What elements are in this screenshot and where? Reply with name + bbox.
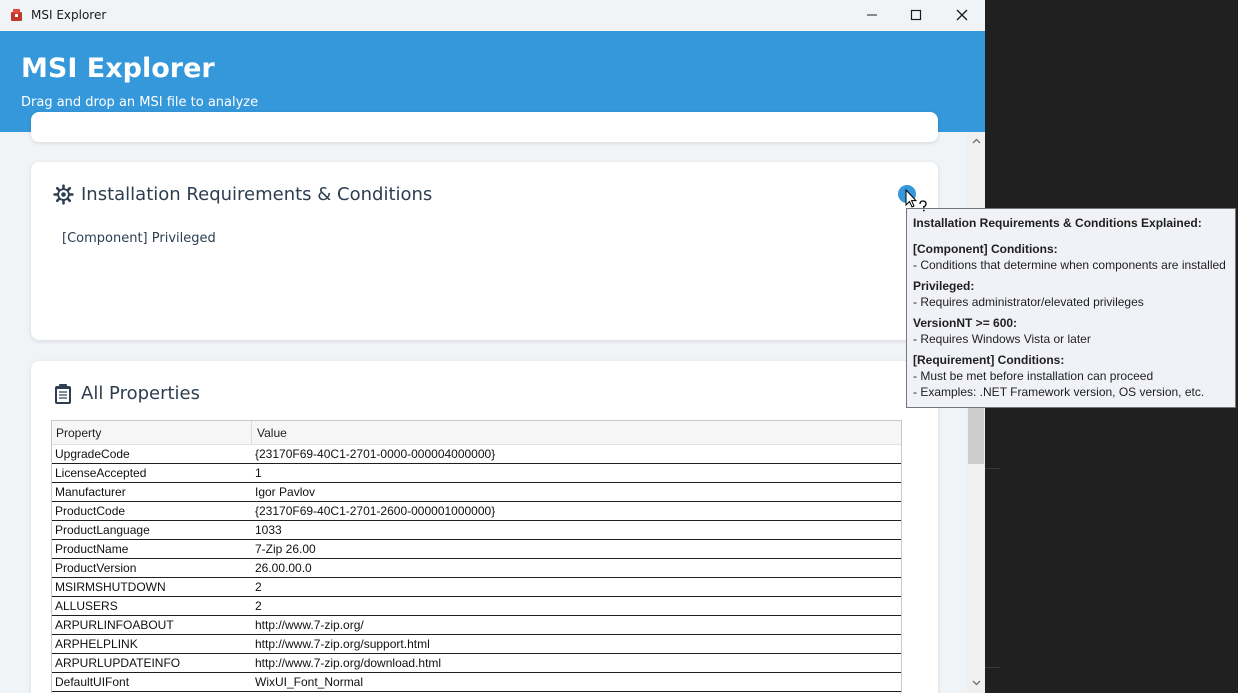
table-row[interactable]: ProductLanguage 1033: [52, 521, 901, 540]
property-value-cell: 2: [255, 580, 262, 594]
properties-table[interactable]: Property Value UpgradeCode {23170F69-40C1…: [51, 420, 902, 693]
header-title: MSI Explorer: [21, 53, 215, 84]
clipboard-icon: [55, 384, 71, 404]
table-row[interactable]: Manufacturer Igor Pavlov: [52, 483, 901, 502]
tooltip-line: - Examples: .NET Framework version, OS v…: [913, 385, 1205, 399]
property-value-cell: 1: [255, 466, 262, 480]
background-edge: [985, 468, 1000, 469]
property-name-cell: MSIRMSHUTDOWN: [55, 580, 166, 594]
requirements-title: Installation Requirements & Conditions: [81, 184, 433, 205]
property-name-cell: ProductLanguage: [55, 523, 150, 537]
property-name-cell: ProductVersion: [55, 561, 137, 575]
minimize-icon: [867, 14, 877, 16]
background-edge: [985, 667, 1000, 668]
properties-title: All Properties: [81, 383, 201, 404]
maximize-icon: [910, 9, 922, 21]
table-row[interactable]: ALLUSERS 2: [52, 597, 901, 616]
property-name-cell: ALLUSERS: [55, 599, 118, 613]
tooltip-line: - Conditions that determine when compone…: [913, 258, 1226, 272]
property-value-cell: {23170F69-40C1-2701-0000-000004000000}: [255, 447, 496, 461]
title-bar[interactable]: MSI Explorer: [0, 0, 985, 31]
table-row[interactable]: LicenseAccepted 1: [52, 464, 901, 483]
requirements-card: Installation Requirements & Conditions […: [31, 162, 938, 340]
minimize-button[interactable]: [849, 0, 895, 31]
close-button[interactable]: [939, 0, 985, 31]
property-value-cell: {23170F69-40C1-2701-2600-000001000000}: [255, 504, 496, 518]
tooltip-heading: Privileged:: [913, 279, 975, 293]
table-row[interactable]: ARPURLINFOABOUT http://www.7-zip.org/: [52, 616, 901, 635]
property-value-cell: Igor Pavlov: [255, 485, 316, 499]
property-value-cell: 7-Zip 26.00: [255, 542, 316, 556]
tooltip-line: - Must be met before installation can pr…: [913, 369, 1154, 383]
property-name-cell: ARPURLINFOABOUT: [55, 618, 174, 632]
property-value-cell: http://www.7-zip.org/: [255, 618, 364, 632]
window-title: MSI Explorer: [31, 8, 107, 22]
scroll-content[interactable]: Installation Requirements & Conditions […: [0, 112, 985, 693]
close-icon: [956, 9, 968, 21]
gear-icon: [53, 184, 74, 205]
property-name-cell: UpgradeCode: [55, 447, 130, 461]
property-value-cell: http://www.7-zip.org/download.html: [255, 656, 442, 670]
app-window: MSI Explorer MSI Explorer Drag and drop …: [0, 0, 985, 693]
property-name-cell: LicenseAccepted: [55, 466, 147, 480]
table-header: Property Value: [52, 421, 901, 445]
tooltip-heading: VersionNT >= 600:: [913, 316, 1018, 330]
table-row[interactable]: DefaultUIFont WixUI_Font_Normal: [52, 673, 901, 692]
table-row[interactable]: ProductVersion 26.00.00.0: [52, 559, 901, 578]
table-row[interactable]: ARPHELPLINK http://www.7-zip.org/support.…: [52, 635, 901, 654]
property-name-cell: ProductCode: [55, 504, 126, 518]
property-name-cell: ARPHELPLINK: [55, 637, 138, 651]
msi-package-icon: [11, 9, 22, 21]
table-row[interactable]: ProductCode {23170F69-40C1-2701-2600-0000…: [52, 502, 901, 521]
property-value-cell: 2: [255, 599, 262, 613]
table-row[interactable]: ProductName 7-Zip 26.00: [52, 540, 901, 559]
column-divider[interactable]: [251, 421, 252, 444]
tooltip-heading: [Requirement] Conditions:: [913, 353, 1065, 367]
requirements-text: [Component] Privileged: [62, 231, 216, 246]
tooltip-line: - Requires Windows Vista or later: [913, 332, 1091, 346]
scroll-up-icon[interactable]: [972, 138, 981, 144]
tooltip-title: Installation Requirements & Conditions E…: [913, 216, 1202, 230]
property-name-cell: ARPURLUPDATEINFO: [55, 656, 181, 670]
table-row[interactable]: ARPURLUPDATEINFO http://www.7-zip.org/dow…: [52, 654, 901, 673]
table-scrollbar[interactable]: [901, 445, 902, 693]
column-header-property[interactable]: Property: [56, 426, 101, 440]
previous-card: [31, 112, 938, 142]
property-name-cell: ProductName: [55, 542, 129, 556]
table-row[interactable]: MSIRMSHUTDOWN 2: [52, 578, 901, 597]
column-header-value[interactable]: Value: [257, 426, 287, 440]
tooltip-line: - Requires administrator/elevated privil…: [913, 295, 1144, 309]
maximize-button[interactable]: [893, 0, 939, 31]
property-value-cell: WixUI_Font_Normal: [255, 675, 364, 689]
property-value-cell: 26.00.00.0: [255, 561, 312, 575]
table-row[interactable]: UpgradeCode {23170F69-40C1-2701-0000-0000…: [52, 445, 901, 464]
property-name-cell: DefaultUIFont: [55, 675, 130, 689]
tooltip-heading: [Component] Conditions:: [913, 242, 1058, 256]
window-scroll-thumb[interactable]: [968, 402, 984, 464]
scroll-down-icon[interactable]: [972, 680, 981, 686]
table-rows: UpgradeCode {23170F69-40C1-2701-0000-0000…: [52, 445, 901, 692]
requirements-tooltip: Installation Requirements & Conditions E…: [906, 208, 1236, 408]
property-value-cell: 1033: [255, 523, 282, 537]
properties-card: All Properties Property Value UpgradeCod…: [31, 361, 938, 693]
header-subtitle: Drag and drop an MSI file to analyze: [21, 95, 259, 110]
property-value-cell: http://www.7-zip.org/support.html: [255, 637, 430, 651]
help-cursor-icon: [905, 189, 927, 212]
property-name-cell: Manufacturer: [55, 485, 126, 499]
